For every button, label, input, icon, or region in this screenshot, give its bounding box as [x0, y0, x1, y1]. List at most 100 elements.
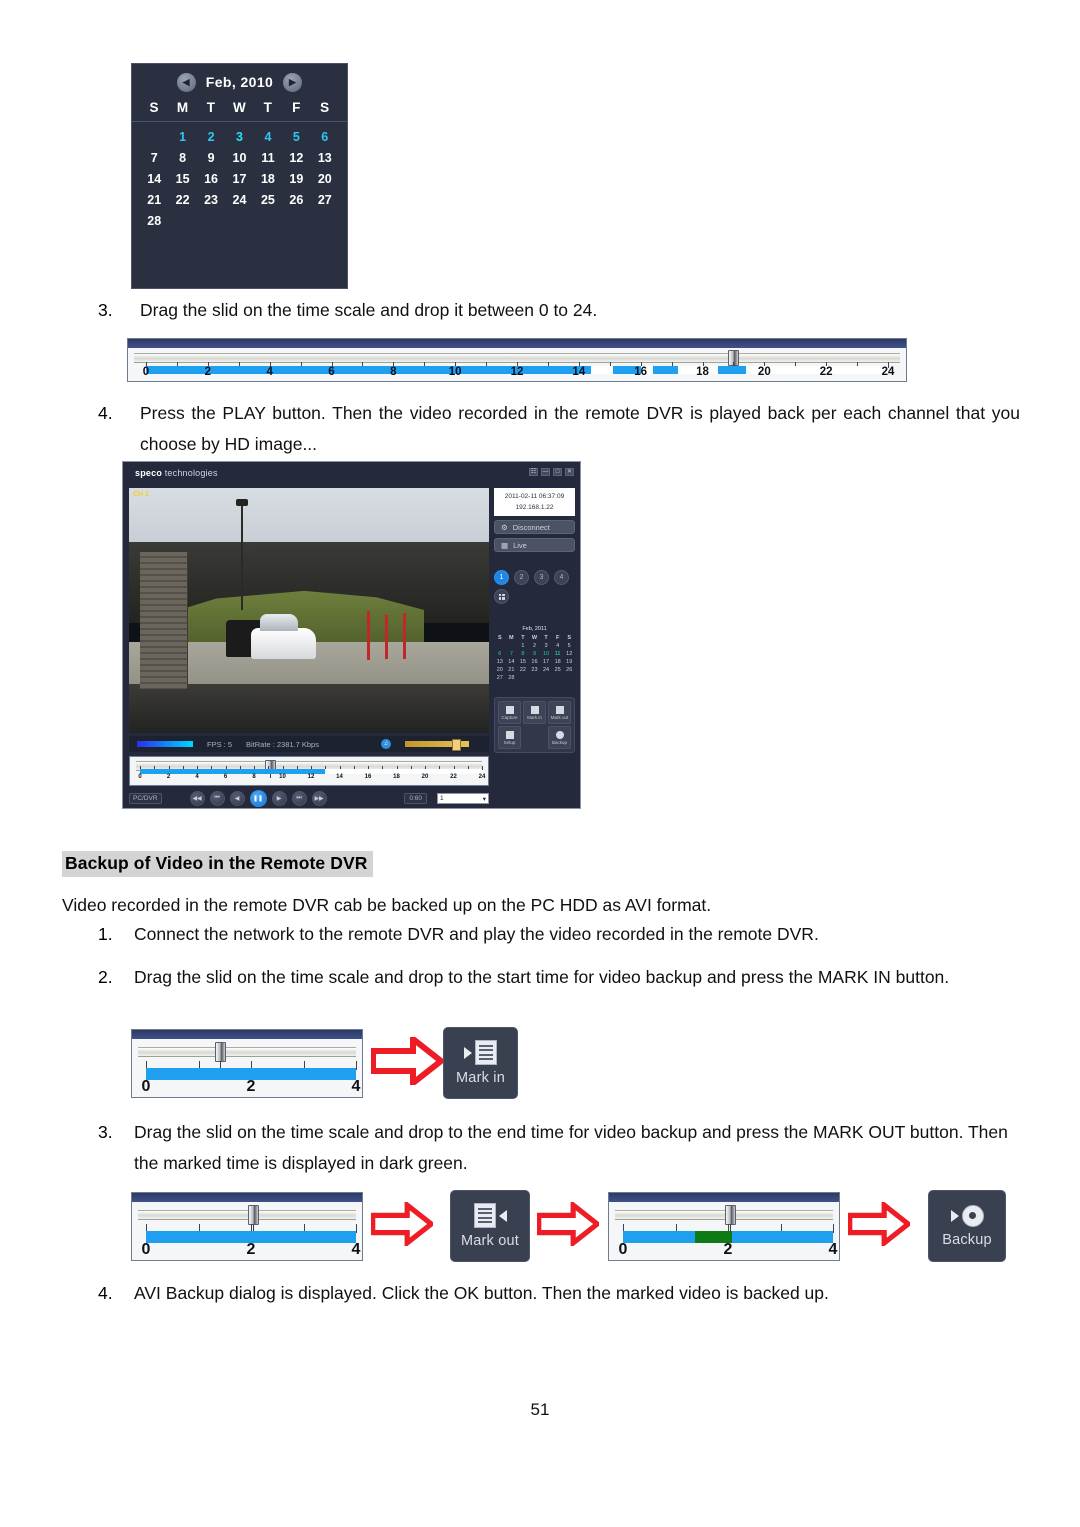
- calendar-day[interactable]: 25: [254, 193, 282, 207]
- mini-calendar-day[interactable]: 11: [552, 651, 564, 657]
- channel-select[interactable]: 1 ▾: [437, 793, 489, 804]
- minimize-icon[interactable]: —: [541, 468, 550, 476]
- time-scale-thumb[interactable]: [724, 1205, 736, 1231]
- speed-indicator[interactable]: 0:60: [404, 793, 427, 804]
- speaker-icon[interactable]: ♫: [381, 739, 391, 749]
- step-forward-icon[interactable]: ⏭: [291, 791, 307, 806]
- mini-calendar-day[interactable]: 6: [494, 651, 506, 657]
- calendar-day[interactable]: 8: [168, 151, 196, 165]
- maximize-icon[interactable]: □: [553, 468, 562, 476]
- mini-calendar-day[interactable]: 3: [540, 643, 552, 649]
- volume-slider[interactable]: [405, 739, 469, 751]
- mini-calendar-day[interactable]: 17: [540, 659, 552, 665]
- mini-calendar-day[interactable]: 1: [517, 643, 529, 649]
- step-back-icon[interactable]: ⏮: [209, 791, 225, 806]
- mini-calendar-day[interactable]: 12: [563, 651, 575, 657]
- transport-controls[interactable]: PC/DVR ◀◀ ⏮ ◀ ❚❚ ▶ ⏭ ▶▶ 0:60 1 ▾: [129, 790, 489, 807]
- mark-in-button[interactable]: Mark in: [443, 1027, 518, 1099]
- mark-in-tool-button[interactable]: Mark in: [523, 701, 546, 724]
- mini-calendar-day[interactable]: 27: [494, 675, 506, 681]
- calendar-day[interactable]: 22: [168, 193, 196, 207]
- dvr-mini-calendar[interactable]: Feb, 2011 SMTWTFS 1 2 3 4 5 6 7 8 9 10 11 12 13 14 15 1…: [494, 626, 575, 681]
- dvr-side-panel[interactable]: 2011-02-11 06:37:09 192.168.1.22 ⚙ Disco…: [494, 488, 575, 804]
- calendar-day[interactable]: 9: [197, 151, 225, 165]
- time-scale-marked[interactable]: 0 2 4: [608, 1192, 840, 1261]
- calendar-day[interactable]: 10: [225, 151, 253, 165]
- time-scale-rail[interactable]: [138, 1047, 356, 1057]
- calendar-day[interactable]: 5: [282, 130, 310, 144]
- time-scale-mark-in[interactable]: 0 2 4: [131, 1029, 363, 1098]
- window-controls[interactable]: ☷ — □ ✕: [529, 468, 574, 476]
- mini-calendar-day[interactable]: 22: [517, 667, 529, 673]
- calendar-day[interactable]: 17: [225, 172, 253, 186]
- play-reverse-icon[interactable]: ◀: [229, 791, 245, 806]
- mini-calendar-day[interactable]: 10: [540, 651, 552, 657]
- time-scale-thumb[interactable]: [247, 1205, 259, 1231]
- calendar-day[interactable]: 24: [225, 193, 253, 207]
- mini-calendar-day[interactable]: 25: [552, 667, 564, 673]
- calendar-day[interactable]: 15: [168, 172, 196, 186]
- calendar-day[interactable]: 16: [197, 172, 225, 186]
- next-month-icon[interactable]: ▶: [283, 72, 303, 92]
- calendar-widget[interactable]: ◀ Feb, 2010 ▶ SMTWTFS .12345678910111213…: [131, 63, 348, 289]
- channel-buttons[interactable]: 1 2 3 4: [494, 570, 575, 585]
- mini-calendar-day[interactable]: 19: [563, 659, 575, 665]
- calendar-day[interactable]: 21: [140, 193, 168, 207]
- mini-calendar-day[interactable]: 26: [563, 667, 575, 673]
- time-scale-full[interactable]: 0 2 4 6 8 10 12 14 16 18 20 22 24: [127, 338, 907, 382]
- mini-calendar-day[interactable]: 9: [529, 651, 541, 657]
- restore-icon[interactable]: ☷: [529, 468, 538, 476]
- calendar-day[interactable]: 27: [311, 193, 339, 207]
- mini-calendar-day[interactable]: 21: [506, 667, 518, 673]
- disconnect-button[interactable]: ⚙ Disconnect: [494, 520, 575, 534]
- backup-tool-button[interactable]: Backup: [548, 726, 571, 749]
- calendar-day[interactable]: 7: [140, 151, 168, 165]
- mark-out-button[interactable]: Mark out: [450, 1190, 530, 1262]
- calendar-day[interactable]: 12: [282, 151, 310, 165]
- backup-button[interactable]: Backup: [928, 1190, 1006, 1262]
- dvr-tool-buttons[interactable]: Capture Mark in Mark out Setup Backup: [494, 697, 575, 753]
- calendar-days-grid[interactable]: .123456789101112131415161718192021222324…: [132, 122, 347, 228]
- calendar-day[interactable]: 1: [168, 130, 196, 144]
- live-button[interactable]: ▦ Live: [494, 538, 575, 552]
- calendar-day[interactable]: 19: [282, 172, 310, 186]
- mini-calendar-day[interactable]: 5: [563, 643, 575, 649]
- calendar-day[interactable]: 6: [311, 130, 339, 144]
- calendar-day[interactable]: 4: [254, 130, 282, 144]
- channel-button-2[interactable]: 2: [514, 570, 529, 585]
- mini-calendar-day[interactable]: 8: [517, 651, 529, 657]
- mini-calendar-day[interactable]: 13: [494, 659, 506, 665]
- close-icon[interactable]: ✕: [565, 468, 574, 476]
- channel-button-1[interactable]: 1: [494, 570, 509, 585]
- setup-tool-button[interactable]: Setup: [498, 726, 521, 749]
- mini-calendar-day[interactable]: 20: [494, 667, 506, 673]
- prev-month-icon[interactable]: ◀: [176, 72, 196, 92]
- calendar-day[interactable]: 23: [197, 193, 225, 207]
- calendar-day[interactable]: 11: [254, 151, 282, 165]
- quad-grid-icon[interactable]: [494, 589, 509, 604]
- time-scale-mark-out[interactable]: 0 2 4: [131, 1192, 363, 1261]
- mini-calendar-day[interactable]: 23: [529, 667, 541, 673]
- forward-fast-icon[interactable]: ▶▶: [311, 791, 327, 806]
- mini-calendar-day[interactable]: 24: [540, 667, 552, 673]
- time-scale-thumb[interactable]: [214, 1042, 226, 1068]
- video-viewport[interactable]: CH 1: [129, 488, 489, 733]
- calendar-day[interactable]: 20: [311, 172, 339, 186]
- calendar-day[interactable]: 14: [140, 172, 168, 186]
- mark-out-tool-button[interactable]: Mark out: [548, 701, 571, 724]
- calendar-day[interactable]: 13: [311, 151, 339, 165]
- pause-icon[interactable]: ❚❚: [249, 790, 267, 807]
- mini-calendar-day[interactable]: 28: [506, 675, 518, 681]
- mini-calendar-days[interactable]: 1 2 3 4 5 6 7 8 9 10 11 12 13 14 15 16 17 18 19 20 21 22 23 24 2…: [494, 643, 575, 681]
- calendar-day[interactable]: 2: [197, 130, 225, 144]
- mini-calendar-day[interactable]: 15: [517, 659, 529, 665]
- mini-calendar-day[interactable]: 14: [506, 659, 518, 665]
- calendar-day[interactable]: 18: [254, 172, 282, 186]
- rewind-fast-icon[interactable]: ◀◀: [189, 791, 205, 806]
- dvr-timeline[interactable]: 0 2 4 6 8 10 12 14 16 18 20 22 24: [129, 756, 489, 786]
- mini-calendar-day[interactable]: 7: [506, 651, 518, 657]
- channel-button-3[interactable]: 3: [534, 570, 549, 585]
- pc-dvr-mode-button[interactable]: PC/DVR: [129, 793, 162, 804]
- channel-button-4[interactable]: 4: [554, 570, 569, 585]
- mini-calendar-day[interactable]: 2: [529, 643, 541, 649]
